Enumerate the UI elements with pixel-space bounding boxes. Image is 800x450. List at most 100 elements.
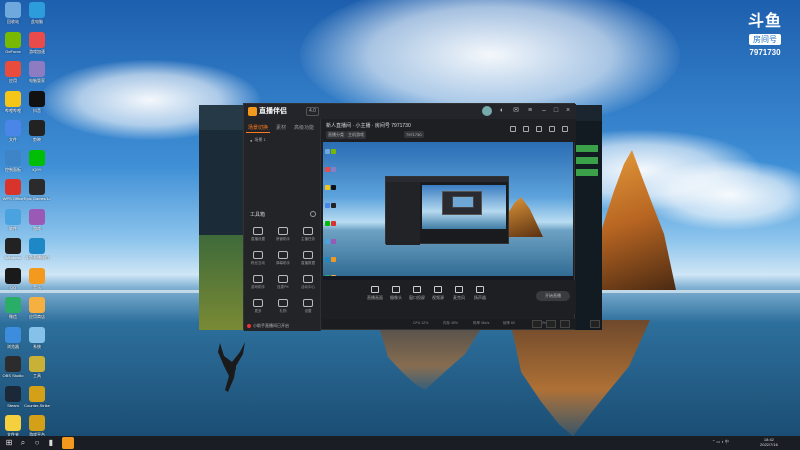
desktop-icon[interactable]: QQ [2,267,24,290]
expand-icon[interactable] [590,320,600,328]
heart-icon[interactable] [546,320,556,328]
user-icon[interactable] [560,320,570,328]
notice-bar[interactable]: 小助手直播间已开启 [247,323,289,329]
desktop-icon[interactable]: 抖音 [26,90,48,113]
desktop-icon[interactable]: 哔哩哔哩 [2,90,24,113]
eye-icon[interactable]: ● [250,138,252,143]
desktop-icon[interactable]: 电脑管家 [26,61,48,83]
title-bar[interactable]: 直播伴侣 4.0 ◐ ✉ ≡ – □ × [244,104,576,119]
tool-button[interactable]: 设置 [297,299,319,314]
stream-preview[interactable] [323,142,573,280]
settings-icon[interactable] [310,211,316,217]
tool-label: 直播数据 [301,261,315,265]
more-icon[interactable] [562,126,568,132]
tool-label: 主播任务 [301,237,315,241]
screen-icon[interactable] [549,126,555,132]
app-icon [29,267,45,284]
start-live-button[interactable]: 开始直播 [536,291,570,301]
app-icon [5,356,21,372]
tool-button[interactable]: 连麦PK [272,275,294,290]
background-window-right[interactable] [574,105,602,330]
desktop-icon[interactable]: 此电脑 [26,2,48,24]
desktop-icon[interactable]: WPS Office [2,179,24,201]
desktop-icon[interactable]: 游戏加速 [26,31,48,54]
desktop-icon[interactable]: 微信 [2,297,24,319]
desktop-icon[interactable]: 音乐 [26,267,48,290]
desktop-icon-label: 微信 [9,314,17,319]
desktop-icon[interactable]: 文件夹 [2,415,24,437]
app-icon [29,385,45,402]
desktop-icon[interactable]: 斗鱼直播伴侣 [25,238,49,260]
tool-button[interactable]: 活动中心 [297,275,319,290]
desktop-icon[interactable]: 软件 [2,208,24,231]
skin-icon[interactable]: ◐ [498,107,506,115]
app-icon [29,90,45,107]
desktop-icon[interactable]: 回收站 [2,2,24,24]
tool-button[interactable]: 直播设置 [247,227,269,242]
desktop-icon-label: 游戏加速 [29,48,45,54]
desktop-icon[interactable]: 系统 [26,326,48,349]
app-icon [29,120,45,136]
broadcaster-taskbar-icon[interactable] [62,437,74,449]
start-icon[interactable]: ⊞ [4,438,14,448]
tool-button[interactable]: 直播数据 [297,251,319,266]
live-title[interactable]: 新人直播间 · 小主播 · 房间号 7971730 [326,122,411,129]
close-icon[interactable]: × [564,107,572,115]
category-tag[interactable]: 直播分类 [326,131,346,139]
douyu-logo: 斗鱼 [747,11,782,30]
tool-label: 弹幕助手 [276,261,290,265]
desktop-icon[interactable]: 应用 [2,61,24,83]
scene-item[interactable]: ● 场景 1 [250,137,320,143]
desktop-icon[interactable]: Epic Games Launcher [24,179,50,201]
tool-button[interactable]: 房管助手 [272,227,294,242]
app-logo-icon [248,107,257,116]
tool-button[interactable]: 弹幕助手 [272,251,294,266]
desktop-icon[interactable]: 控制面板 [2,149,24,172]
menu-icon[interactable]: ≡ [526,107,534,115]
lock-icon[interactable] [523,126,529,132]
minimize-icon[interactable]: – [540,107,548,115]
desktop-icon[interactable]: GeForce [2,31,24,54]
source-button[interactable]: 扬声器 [468,286,492,301]
game-tag[interactable]: 主机游戏 [346,131,366,139]
desktop-icon[interactable]: OBS Studio [2,356,24,378]
clock[interactable]: 18:42 2022/7/16 [760,437,778,447]
desktop-icon[interactable]: 应用商店 [26,297,48,319]
desktop-icon[interactable]: 游戏 [26,208,48,231]
maximize-icon[interactable]: □ [552,107,560,115]
app-icon [5,238,21,254]
tab-scene[interactable]: 场景切换 [246,123,271,133]
tool-button[interactable]: 礼物 [272,299,294,314]
tool-icon [278,299,288,307]
desktop-icon[interactable]: 剪映 [26,120,48,142]
desktop-icon[interactable]: 文件 [2,120,24,142]
tab-advanced[interactable]: 高级功能 [292,123,316,133]
desktop-icon[interactable]: Windows [2,238,24,260]
pinned-app-icon[interactable]: ▮ [46,438,56,448]
background-game-window[interactable] [199,105,249,330]
desktop-icon[interactable]: iQIYI [26,149,48,172]
desktop-icon[interactable]: 游戏平台 [26,415,48,437]
tool-button[interactable]: 主播任务 [297,227,319,242]
avatar[interactable] [482,106,492,116]
chat-icon[interactable] [532,320,542,328]
desktop-icon[interactable]: 浏览器 [2,326,24,349]
tool-button[interactable]: 更多 [247,299,269,314]
app-icon [29,149,45,166]
search-icon[interactable]: ⌕ [18,438,28,448]
gift-icon[interactable] [536,126,542,132]
tool-button[interactable]: 游戏助手 [247,275,269,290]
task-view-icon[interactable]: ○ [32,438,42,448]
live-dot-icon [247,324,251,328]
tab-material[interactable]: 素材 [274,123,288,133]
share-icon[interactable] [510,126,516,132]
mail-icon[interactable]: ✉ [512,107,520,115]
app-icon [29,31,45,48]
tray-icons[interactable]: ⌃ ▭ ◖ 中 [712,439,729,445]
desktop-icon[interactable]: Steam [2,385,24,408]
tool-button[interactable]: 粉丝互动 [247,251,269,266]
desktop-icon-label: 工具 [33,373,41,378]
desktop-icon[interactable]: 工具 [26,356,48,378]
desktop-icon[interactable]: Counter-Strike [24,385,50,408]
app-icon [5,179,21,195]
